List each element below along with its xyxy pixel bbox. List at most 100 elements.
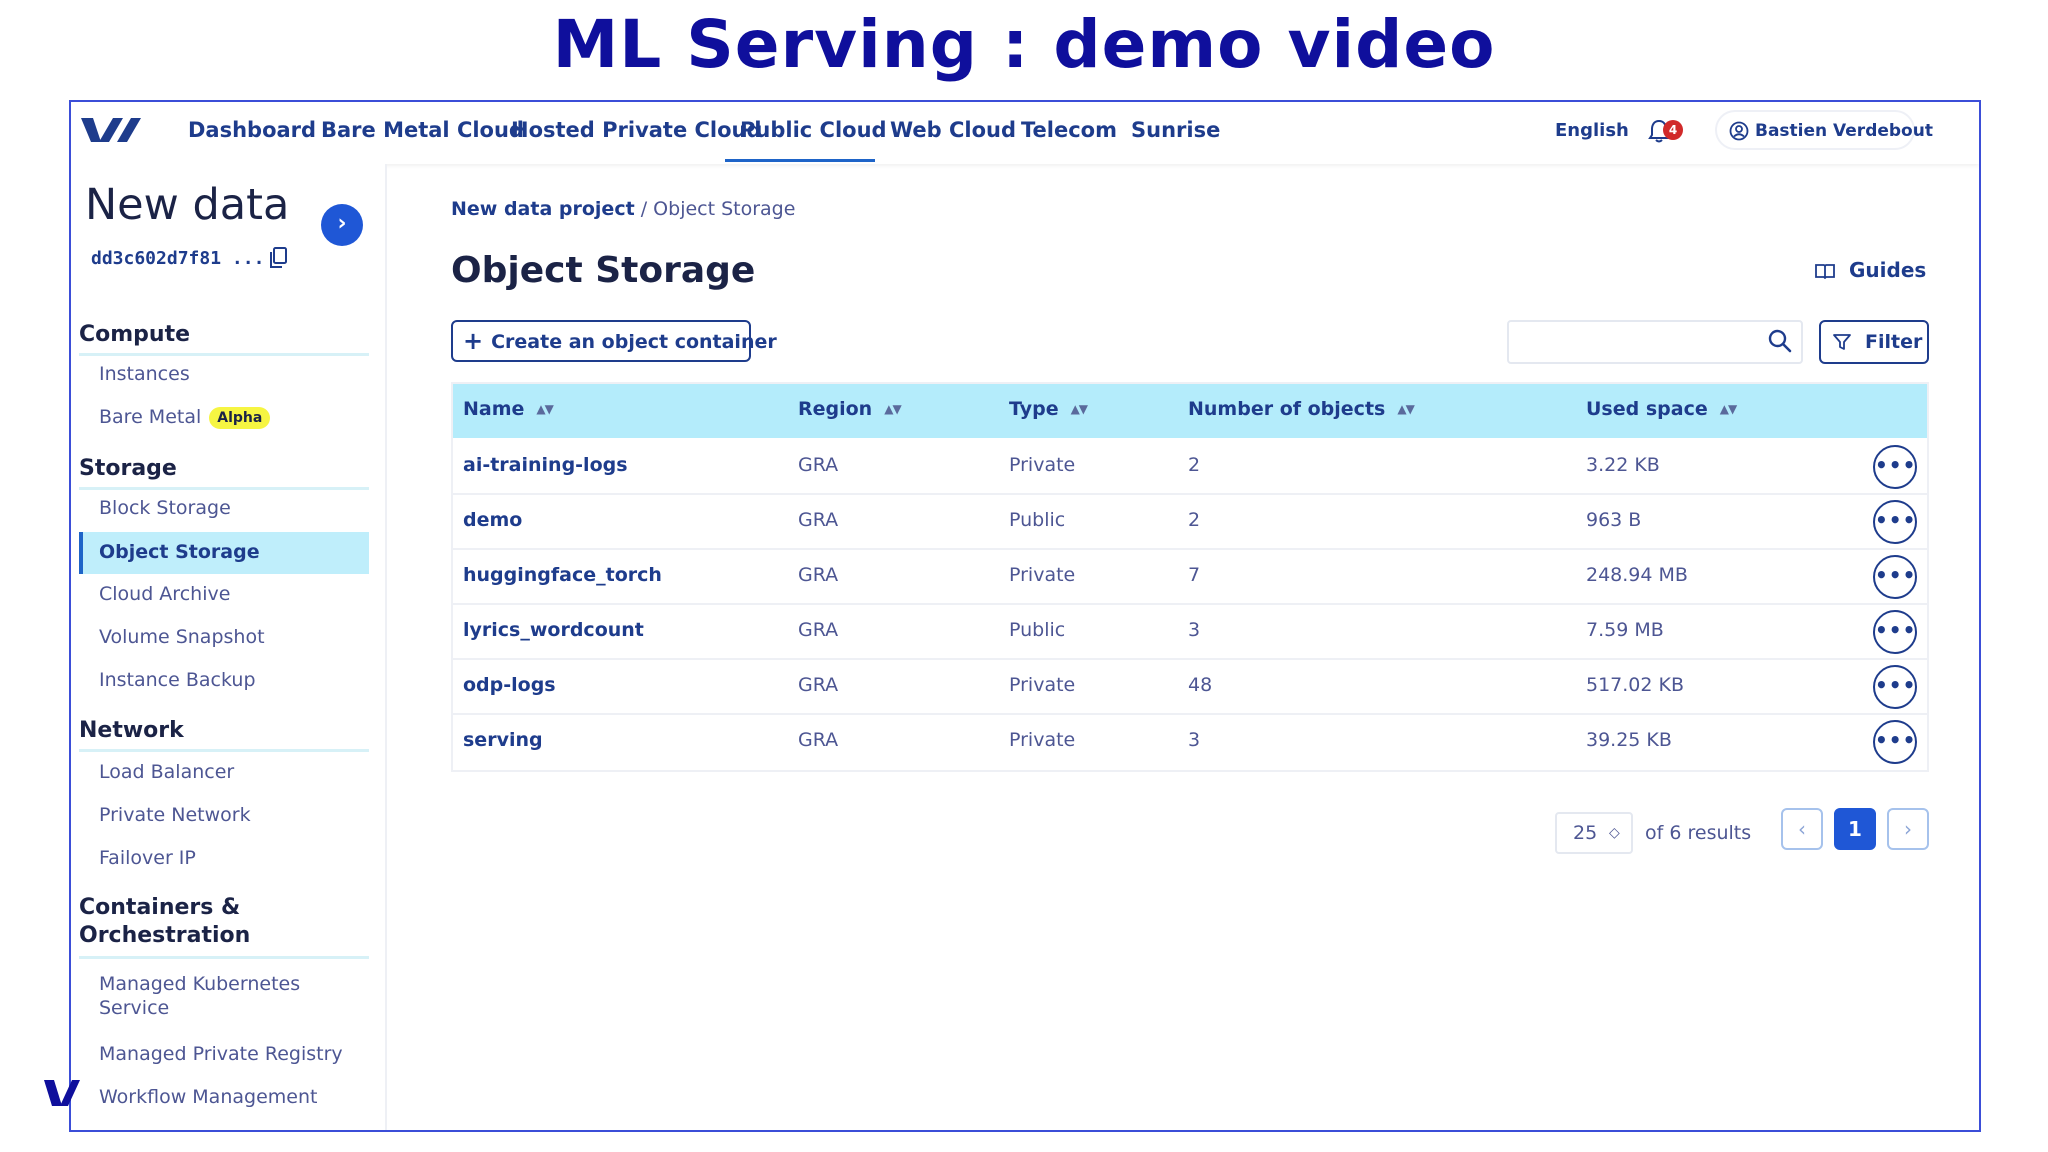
sidebar-item-managed-private-registry[interactable]: Managed Private Registry [79, 1034, 369, 1076]
sort-icon[interactable]: ▲▼ [1397, 402, 1414, 416]
column-header-name[interactable]: Name ▲▼ [463, 398, 554, 420]
more-icon[interactable]: ••• [1873, 720, 1917, 764]
container-used-space: 3.22 KB [1586, 454, 1660, 476]
per-page-select[interactable]: 25 ◇ [1555, 812, 1633, 854]
container-name-link[interactable]: lyrics_wordcount [463, 619, 644, 641]
container-type: Private [1009, 564, 1076, 586]
sort-icon[interactable]: ▲▼ [1720, 402, 1737, 416]
container-name-link[interactable]: odp-logs [463, 674, 556, 696]
container-name-link[interactable]: ai-training-logs [463, 454, 628, 476]
chevron-updown-icon: ◇ [1609, 825, 1620, 841]
container-type: Private [1009, 729, 1076, 751]
nav-web-cloud[interactable]: Web Cloud [890, 118, 1016, 142]
sidebar-item-instance-backup[interactable]: Instance Backup [79, 660, 369, 702]
user-name: Bastien Verdebout [1755, 121, 1933, 141]
sidebar-item-block-storage[interactable]: Block Storage [79, 488, 369, 530]
column-header-type[interactable]: Type ▲▼ [1009, 398, 1088, 420]
sort-icon[interactable]: ▲▼ [536, 402, 553, 416]
more-icon[interactable]: ••• [1873, 555, 1917, 599]
ovh-logo-icon[interactable] [79, 112, 143, 148]
filter-icon [1833, 334, 1851, 350]
nav-dashboard[interactable]: Dashboard [188, 118, 316, 142]
container-name-link[interactable]: demo [463, 509, 522, 531]
table-row: serving GRA Private 3 39.25 KB ••• [453, 715, 1927, 770]
container-type: Public [1009, 509, 1066, 531]
column-header-objects[interactable]: Number of objects ▲▼ [1188, 398, 1415, 420]
sidebar-expand-button[interactable]: › [321, 204, 363, 246]
sidebar-item-workflow-management[interactable]: Workflow Management [79, 1077, 369, 1119]
active-tab-indicator [725, 159, 875, 162]
section-heading-compute: Compute [79, 322, 369, 356]
language-selector[interactable]: English [1555, 120, 1629, 141]
ovh-logo-icon [44, 1080, 80, 1106]
results-count: of 6 results [1645, 822, 1752, 844]
table-header: Name ▲▼ Region ▲▼ Type ▲▼ Number of objects… [453, 384, 1927, 438]
nav-public-cloud[interactable]: Public Cloud [740, 118, 887, 142]
sidebar-item-managed-kubernetes[interactable]: Managed Kubernetes Service [79, 968, 369, 1028]
breadcrumb-parent[interactable]: New data project [451, 198, 635, 220]
container-used-space: 7.59 MB [1586, 619, 1664, 641]
column-header-region[interactable]: Region ▲▼ [798, 398, 902, 420]
alpha-badge: Alpha [209, 406, 271, 429]
app-window: Dashboard Bare Metal Cloud Hosted Privat… [69, 100, 1981, 1132]
project-title: New data project [85, 180, 301, 230]
container-name-link[interactable]: huggingface_torch [463, 564, 662, 586]
notification-count: 4 [1663, 120, 1683, 140]
container-name-link[interactable]: serving [463, 729, 543, 751]
create-container-button[interactable]: + Create an object container [451, 320, 777, 362]
create-container-label: Create an object container [491, 331, 777, 353]
search-input[interactable] [1507, 320, 1803, 364]
sidebar-item-instances[interactable]: Instances [79, 354, 369, 396]
container-object-count: 2 [1188, 454, 1201, 476]
more-icon[interactable]: ••• [1873, 610, 1917, 654]
guides-icon [1815, 264, 1835, 279]
sidebar-item-bare-metal[interactable]: Bare Metal Alpha [79, 397, 369, 439]
containers-table: Name ▲▼ Region ▲▼ Type ▲▼ Number of objects… [451, 382, 1929, 772]
chevron-left-icon[interactable]: ‹ [1781, 808, 1823, 850]
container-object-count: 3 [1188, 619, 1201, 641]
table-row: odp-logs GRA Private 48 517.02 KB ••• [453, 660, 1927, 715]
sidebar-item-failover-ip[interactable]: Failover IP [79, 838, 369, 880]
top-navbar: Dashboard Bare Metal Cloud Hosted Privat… [71, 102, 1979, 164]
breadcrumb: New data project / Object Storage [451, 198, 795, 220]
nav-sunrise[interactable]: Sunrise [1131, 118, 1220, 142]
sidebar-item-cloud-archive[interactable]: Cloud Archive [79, 574, 369, 616]
table-row: ai-training-logs GRA Private 2 3.22 KB •… [453, 440, 1927, 495]
more-icon[interactable]: ••• [1873, 665, 1917, 709]
filter-button[interactable]: Filter [1819, 320, 1929, 364]
sidebar-item-load-balancer[interactable]: Load Balancer [79, 752, 369, 794]
nav-telecom[interactable]: Telecom [1021, 118, 1117, 142]
container-object-count: 7 [1188, 564, 1201, 586]
per-page-value: 25 [1573, 822, 1598, 844]
sidebar-item-object-storage[interactable]: Object Storage [79, 532, 369, 574]
sidebar-item-volume-snapshot[interactable]: Volume Snapshot [79, 617, 369, 659]
search-icon[interactable] [1767, 328, 1793, 354]
container-type: Private [1009, 674, 1076, 696]
sidebar-item-private-network[interactable]: Private Network [79, 795, 369, 837]
container-region: GRA [798, 564, 839, 586]
container-used-space: 39.25 KB [1586, 729, 1672, 751]
container-type: Private [1009, 454, 1076, 476]
more-icon[interactable]: ••• [1873, 500, 1917, 544]
filter-label: Filter [1865, 331, 1923, 353]
container-region: GRA [798, 729, 839, 751]
more-icon[interactable]: ••• [1873, 445, 1917, 489]
sort-icon[interactable]: ▲▼ [1071, 402, 1088, 416]
container-type: Public [1009, 619, 1066, 641]
breadcrumb-current: Object Storage [653, 198, 796, 220]
table-row: huggingface_torch GRA Private 7 248.94 M… [453, 550, 1927, 605]
column-header-used-space[interactable]: Used space ▲▼ [1586, 398, 1737, 420]
container-used-space: 517.02 KB [1586, 674, 1685, 696]
sort-icon[interactable]: ▲▼ [884, 402, 901, 416]
guides-link[interactable]: Guides [1815, 258, 1926, 282]
copy-icon[interactable] [267, 246, 289, 270]
user-icon [1729, 121, 1749, 141]
page-1-button[interactable]: 1 [1834, 808, 1876, 850]
nav-hosted-private-cloud[interactable]: Hosted Private Cloud [511, 118, 762, 142]
user-menu-button[interactable]: Bastien Verdebout [1715, 110, 1933, 150]
container-object-count: 48 [1188, 674, 1213, 696]
nav-bare-metal-cloud[interactable]: Bare Metal Cloud [321, 118, 524, 142]
chevron-right-icon[interactable]: › [1887, 808, 1929, 850]
page-title: Object Storage [451, 250, 756, 291]
table-row: demo GRA Public 2 963 B ••• [453, 495, 1927, 550]
